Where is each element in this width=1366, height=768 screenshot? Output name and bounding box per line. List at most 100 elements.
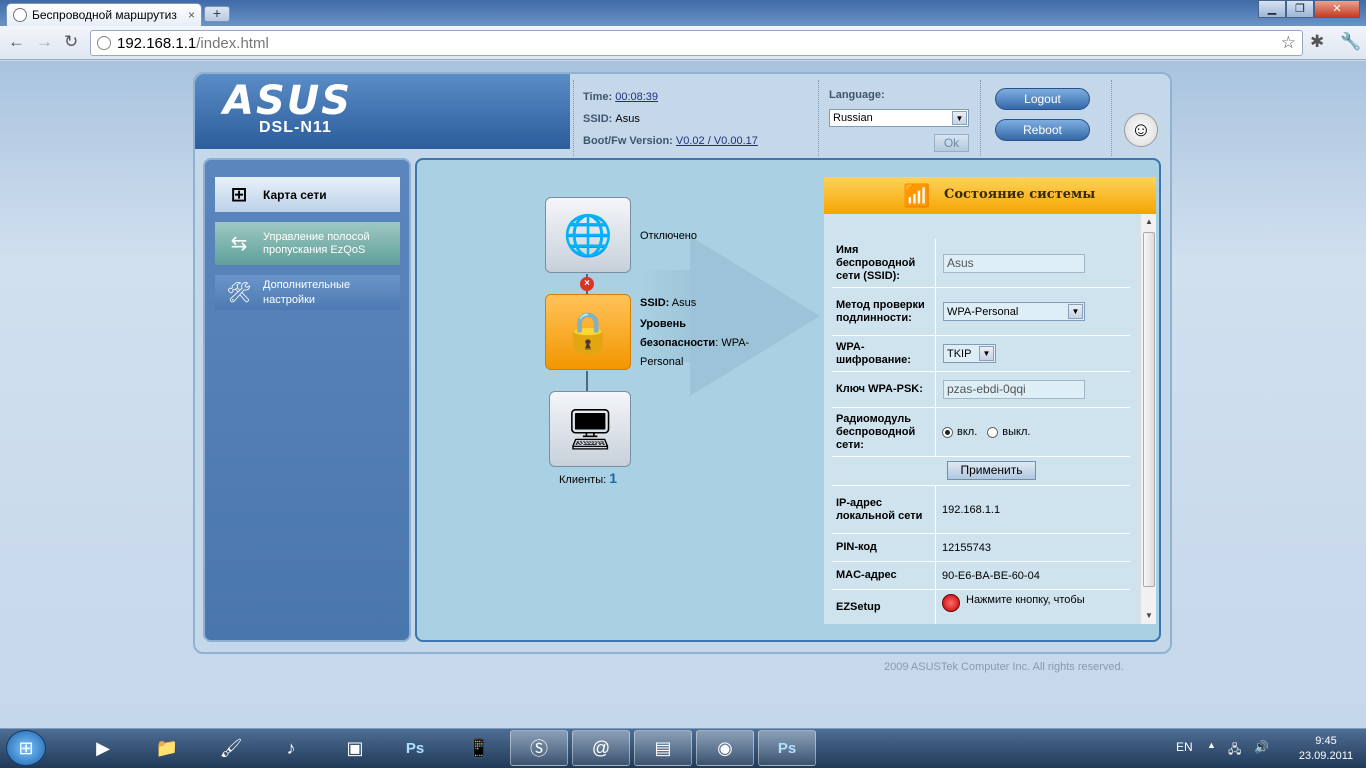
scroll-down-icon[interactable]: ▼ xyxy=(1141,608,1157,624)
network-map-icon: ⊞ xyxy=(230,184,248,206)
arrow-decoration xyxy=(690,236,820,396)
copyright: 2009 ASUSTek Computer Inc. All rights re… xyxy=(884,661,1124,673)
ssid-input[interactable]: Asus xyxy=(943,254,1085,273)
minimize-icon[interactable]: ▁ xyxy=(1258,0,1286,18)
photoshop-icon[interactable]: Ps xyxy=(386,730,444,766)
network-tray-icon[interactable]: 🖧 xyxy=(1228,740,1241,761)
status-panel-header: 📶 Состояние системы xyxy=(824,177,1156,214)
router-lock-icon[interactable]: 🔒 xyxy=(545,294,631,370)
reload-icon[interactable]: ↻ xyxy=(64,32,78,52)
tray-expand-icon[interactable]: ▲ xyxy=(1207,740,1216,750)
logout-button[interactable]: Logout xyxy=(995,88,1090,110)
router-icon: 📶 xyxy=(903,183,931,208)
header-divider xyxy=(980,80,981,156)
pin-row: PIN-код 12155743 xyxy=(832,534,1130,562)
scroll-thumb[interactable] xyxy=(1143,232,1155,587)
time-info: Time: 00:08:39 xyxy=(583,91,659,103)
sidebar-item-network-map[interactable]: ⊞ Карта сети xyxy=(215,177,400,212)
tab-close-icon[interactable]: × xyxy=(188,8,195,22)
header-divider xyxy=(818,80,819,156)
chevron-down-icon: ▼ xyxy=(979,346,994,361)
encryption-select[interactable]: TKIP ▼ xyxy=(943,344,996,363)
ip-row: IP-адрес локальной сети 192.168.1.1 xyxy=(832,486,1130,534)
auth-row: Метод проверки подлинности: WPA-Personal… xyxy=(832,288,1130,336)
windows-start-icon[interactable]: ⊞ xyxy=(6,730,46,766)
mac-row: MAC-адрес 90-E6-BA-BE-60-04 xyxy=(832,562,1130,590)
tab-title: Беспроводной маршрутиз xyxy=(32,8,177,22)
new-tab-button[interactable]: + xyxy=(204,6,230,22)
url-path: /index.html xyxy=(196,34,269,52)
psk-row: Ключ WPA-PSK: pzas-ebdi-0qqi xyxy=(832,372,1130,408)
clients-computer-icon[interactable]: 🖥 xyxy=(549,391,631,467)
url-host: 192.168.1.1 xyxy=(117,34,197,52)
taskbar-clock[interactable]: 9:45 23.09.2011 xyxy=(1298,734,1354,764)
forward-icon[interactable]: → xyxy=(36,32,53,52)
scroll-up-icon[interactable]: ▲ xyxy=(1141,214,1157,230)
volume-icon[interactable]: 🔊 xyxy=(1254,740,1269,754)
wps-button-icon[interactable] xyxy=(942,594,960,612)
kmplayer-icon[interactable]: ▣ xyxy=(326,730,384,766)
maximize-icon[interactable]: ❐ xyxy=(1286,0,1314,18)
map-security-value: безопасности: WPA- xyxy=(640,337,750,349)
photoshop-icon[interactable]: Ps xyxy=(758,730,816,766)
radio-off-option[interactable] xyxy=(987,426,999,438)
clients-label: Клиенты: 1 xyxy=(559,470,618,486)
internet-globe-icon[interactable]: 🌐 xyxy=(545,197,631,273)
map-security-value-2: Personal xyxy=(640,356,684,368)
address-bar[interactable]: 192.168.1.1/index.html ☆ xyxy=(90,30,1303,56)
reboot-button[interactable]: Reboot xyxy=(995,119,1090,141)
link-line xyxy=(586,371,588,391)
language-select[interactable]: Russian ▼ xyxy=(829,109,969,127)
header-divider xyxy=(573,80,574,156)
music-icon[interactable]: ♪ xyxy=(262,730,320,766)
fw-info: Boot/Fw Version: V0.02 / V0.00.17 xyxy=(583,135,758,147)
chevron-down-icon: ▼ xyxy=(952,111,967,125)
model-name: DSL-N11 xyxy=(259,119,332,136)
header-divider xyxy=(1111,80,1112,156)
language-label: Language: xyxy=(829,89,885,101)
ssid-info: SSID: Asus xyxy=(583,113,640,125)
sidebar-item-advanced[interactable]: 🛠 Дополнительные настройки xyxy=(215,275,400,310)
browser-tab[interactable]: Беспроводной маршрутиз × xyxy=(6,3,202,26)
wrench-icon[interactable]: 🔧 xyxy=(1340,32,1361,52)
time-link[interactable]: 00:08:39 xyxy=(615,91,658,103)
asus-logo: ASUS xyxy=(223,78,353,124)
auth-method-select[interactable]: WPA-Personal ▼ xyxy=(943,302,1085,321)
window-controls: ▁ ❐ ✕ xyxy=(1258,0,1360,18)
page-favicon-icon xyxy=(13,8,27,22)
page-icon xyxy=(97,36,111,50)
status-scrollbar[interactable]: ▲ ▼ xyxy=(1140,214,1156,624)
language-indicator[interactable]: EN xyxy=(1176,740,1193,754)
status-panel-title: Состояние системы xyxy=(944,187,1096,202)
bookmark-star-icon[interactable]: ☆ xyxy=(1281,33,1296,53)
back-icon[interactable]: ← xyxy=(8,32,25,52)
paint-icon[interactable]: 🖌 xyxy=(202,730,260,766)
pda-icon[interactable]: 📱 xyxy=(450,730,508,766)
bandwidth-icon: ⇆ xyxy=(230,233,248,255)
map-ssid: SSID: Asus xyxy=(640,297,697,309)
fw-link[interactable]: V0.02 / V0.00.17 xyxy=(676,135,758,147)
winrar-icon[interactable]: ▤ xyxy=(634,730,692,766)
apply-button[interactable]: Применить xyxy=(947,461,1036,480)
ezsetup-row: EZSetup Нажмите кнопку, чтобы xyxy=(832,590,1130,624)
disconnected-icon: × xyxy=(580,277,594,291)
encryption-row: WPA-шифрование: TKIP ▼ xyxy=(832,336,1130,372)
ssid-row: Имя беспроводной сети (SSID): Asus xyxy=(832,239,1130,288)
close-window-icon[interactable]: ✕ xyxy=(1314,0,1360,18)
radio-on-option[interactable] xyxy=(942,426,953,438)
chevron-down-icon: ▼ xyxy=(1068,304,1083,319)
clients-count[interactable]: 1 xyxy=(609,470,617,486)
internet-status: Отключено xyxy=(640,230,697,242)
extension-icon[interactable]: ✱ xyxy=(1310,32,1324,52)
explorer-folder-icon[interactable]: 📁 xyxy=(138,730,196,766)
skype-icon[interactable]: Ⓢ xyxy=(510,730,568,766)
psk-input[interactable]: pzas-ebdi-0qqi xyxy=(943,380,1085,399)
sidebar-item-ezqos[interactable]: ⇆ Управление полосой пропускания EzQoS xyxy=(215,222,400,265)
mascot-icon: ☺ xyxy=(1124,113,1158,147)
mail-agent-icon[interactable]: @ xyxy=(572,730,630,766)
media-player-icon[interactable]: ▶ xyxy=(74,730,132,766)
tools-icon: 🛠 xyxy=(226,282,252,304)
radio-row: Радиомодуль беспроводной сети: вкл. выкл… xyxy=(832,408,1130,457)
chrome-icon[interactable]: ◉ xyxy=(696,730,754,766)
ok-button[interactable]: Ok xyxy=(934,134,969,152)
